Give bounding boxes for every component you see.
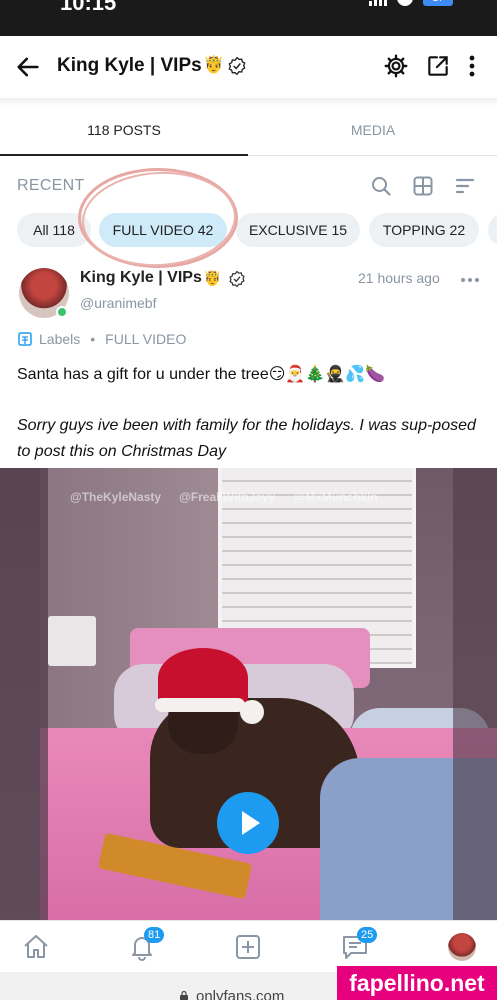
lock-icon — [180, 990, 188, 1000]
santa-hat-brim — [155, 698, 245, 712]
watermark-1: @TheKyleNasty — [70, 490, 162, 504]
more-horizontal-icon[interactable] — [460, 270, 480, 290]
author-name[interactable]: King Kyle | VIPs — [80, 269, 202, 287]
app-header: King Kyle | VIPs 🤴 — [0, 36, 497, 98]
chip-full-video[interactable]: FULL VIDEO 42 — [99, 213, 227, 247]
search-icon[interactable] — [369, 174, 393, 198]
verified-icon — [228, 56, 246, 76]
nightstand-lamp — [48, 616, 96, 666]
labels-text: Labels — [39, 331, 81, 347]
home-icon[interactable] — [20, 931, 52, 963]
status-icons: 17 — [369, 0, 453, 6]
author-handle[interactable]: @uranimebf — [80, 295, 156, 311]
status-time: 10:15 — [60, 0, 117, 15]
notifications-button[interactable]: 81 — [126, 927, 165, 963]
play-button[interactable] — [217, 792, 279, 854]
chip-more[interactable] — [488, 213, 497, 247]
post-body: Sorry guys ive been with family for the … — [17, 417, 476, 460]
chip-all[interactable]: All 118 — [17, 213, 91, 247]
label-separator: • — [90, 331, 96, 347]
video-watermarks: @TheKyleNasty @FreakWithJayy @MxMunchkin — [70, 490, 490, 504]
filter-chips: All 118 FULL VIDEO 42 EXCLUSIVE 15 TOPPI… — [0, 213, 497, 249]
post-video[interactable]: @TheKyleNasty @FreakWithJayy @MxMunchkin — [0, 468, 497, 920]
watermark-2: @FreakWithJayy — [179, 490, 276, 504]
label-icon — [18, 332, 32, 346]
bottom-navigation: 81 25 — [0, 920, 497, 972]
page-title: King Kyle | VIPs — [57, 55, 202, 76]
watermark-3: @MxMunchkin — [293, 490, 378, 504]
santa-hat-pompom — [240, 700, 264, 724]
notifications-badge: 81 — [144, 927, 165, 943]
header-divider — [0, 98, 497, 106]
post-labels[interactable]: Labels • FULL VIDEO — [17, 331, 186, 347]
author-crown-emoji: 🤴 — [203, 270, 222, 287]
signal-icon — [369, 0, 387, 6]
gear-icon[interactable] — [383, 53, 409, 79]
chip-exclusive[interactable]: EXCLUSIVE 15 — [236, 213, 360, 247]
share-icon[interactable] — [425, 53, 451, 79]
chip-topping[interactable]: TOPPING 22 — [369, 213, 479, 247]
wifi-icon — [397, 0, 413, 6]
verified-icon — [229, 270, 245, 288]
more-vertical-icon[interactable] — [462, 52, 482, 80]
online-status-dot — [56, 306, 68, 318]
messages-badge: 25 — [357, 927, 378, 943]
sort-icon[interactable] — [453, 174, 477, 198]
post-caption: Santa has a gift for u under the tree😏🎅🎄… — [17, 366, 386, 383]
section-label: RECENT — [17, 177, 85, 194]
messages-button[interactable]: 25 — [339, 927, 378, 963]
label-value[interactable]: FULL VIDEO — [105, 331, 186, 347]
profile-tabs: 118 POSTS MEDIA — [0, 106, 497, 156]
back-arrow-icon[interactable] — [14, 53, 42, 81]
tab-posts[interactable]: 118 POSTS — [0, 106, 248, 156]
tab-media[interactable]: MEDIA — [249, 106, 497, 156]
crown-emoji: 🤴 — [203, 55, 225, 74]
post-timestamp: 21 hours ago — [358, 270, 440, 286]
status-bar: 10:15 17 — [0, 0, 497, 36]
play-icon — [242, 811, 260, 835]
url-text: onlyfans.com — [196, 988, 285, 1000]
video-edge-right — [453, 468, 497, 920]
profile-avatar[interactable] — [448, 933, 476, 961]
grid-view-icon[interactable] — [411, 174, 435, 198]
add-post-icon[interactable] — [232, 931, 264, 963]
battery-icon: 17 — [423, 0, 453, 6]
site-watermark: fapellino.net — [337, 966, 497, 1000]
video-edge-left — [0, 468, 48, 920]
